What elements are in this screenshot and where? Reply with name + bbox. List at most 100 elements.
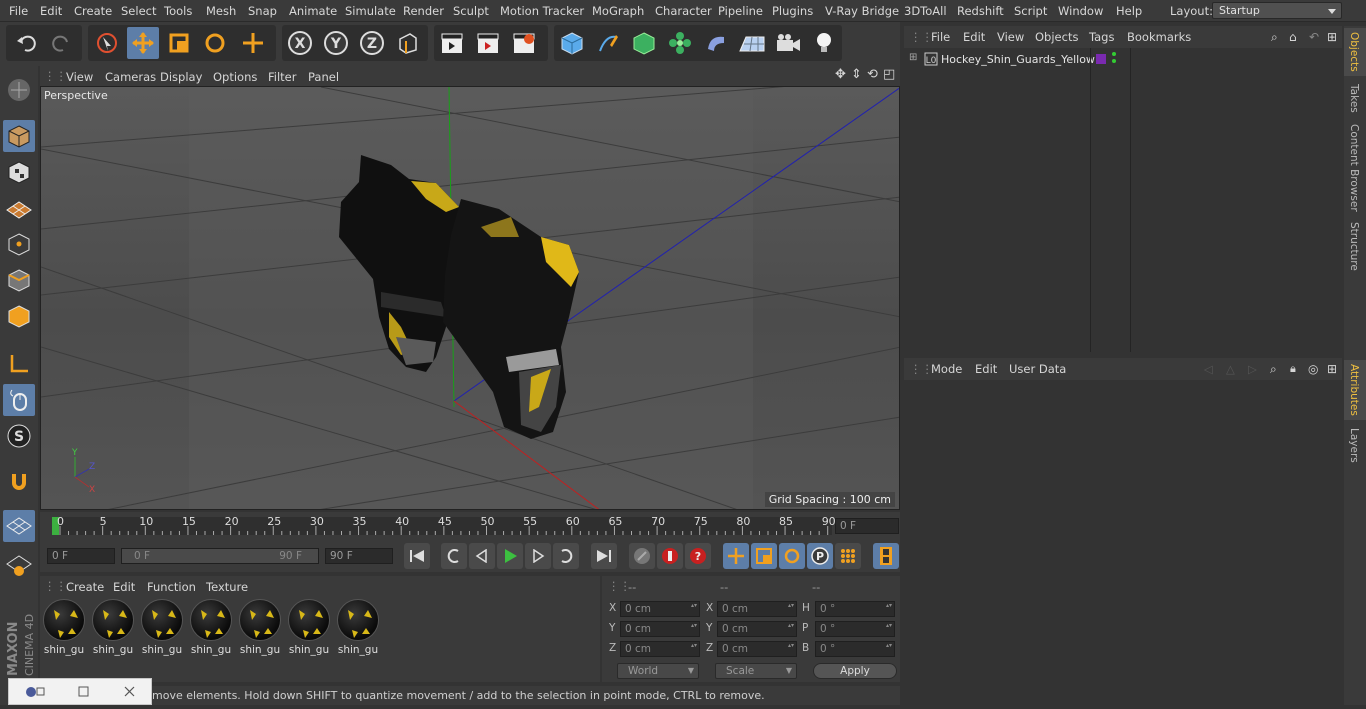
- object-menu-view[interactable]: View: [997, 30, 1024, 44]
- material-thumbnail[interactable]: shin_gu: [287, 598, 331, 656]
- snap-button[interactable]: [3, 466, 35, 498]
- new-panel-icon[interactable]: ⊞: [1327, 30, 1337, 44]
- model-mode-button[interactable]: [3, 120, 35, 152]
- search-icon[interactable]: ⌕: [1271, 30, 1278, 45]
- go-to-end-button[interactable]: [591, 543, 617, 569]
- search-icon[interactable]: ⌕: [1270, 362, 1277, 377]
- tab-structure[interactable]: Structure: [1348, 222, 1360, 271]
- y-axis-lock-button[interactable]: Y: [320, 27, 352, 59]
- forward-arrow-icon[interactable]: ▷: [1248, 362, 1257, 376]
- tab-objects[interactable]: Objects: [1348, 32, 1360, 72]
- up-arrow-icon[interactable]: △: [1226, 362, 1235, 376]
- menu-help[interactable]: Help: [1116, 4, 1142, 18]
- preview-start-field[interactable]: 0 F: [47, 548, 115, 564]
- viewport-menu-cameras[interactable]: Cameras: [105, 70, 156, 84]
- go-to-start-button[interactable]: [404, 543, 430, 569]
- home-icon[interactable]: ⌂: [1289, 30, 1297, 44]
- tab-layers[interactable]: Layers: [1348, 428, 1360, 463]
- rotate-tool-button[interactable]: [199, 27, 231, 59]
- undo-button[interactable]: [10, 27, 42, 59]
- next-frame-button[interactable]: [525, 543, 551, 569]
- tweak-mode-button[interactable]: [3, 384, 35, 416]
- lock-icon[interactable]: 🔒︎: [1290, 362, 1296, 376]
- material-menu-edit[interactable]: Edit: [113, 580, 135, 594]
- z-axis-lock-button[interactable]: Z: [356, 27, 388, 59]
- viewport-menu-view[interactable]: View: [66, 70, 93, 84]
- current-frame-field[interactable]: 0 F: [835, 518, 899, 534]
- close-icon[interactable]: [124, 686, 135, 697]
- render-settings-button[interactable]: [508, 27, 540, 59]
- keyframe-selection-button[interactable]: ?: [685, 543, 711, 569]
- floor-button[interactable]: [736, 27, 768, 59]
- menu-vray-bridge[interactable]: V-Ray Bridge: [825, 4, 899, 18]
- next-key-button[interactable]: [553, 543, 579, 569]
- menu-plugins[interactable]: Plugins: [772, 4, 813, 18]
- cloner-button[interactable]: [664, 27, 696, 59]
- render-view-button[interactable]: [436, 27, 468, 59]
- coord-value-field[interactable]: 0 cm: [620, 621, 700, 637]
- make-editable-button[interactable]: [3, 74, 35, 106]
- timeline-ruler[interactable]: 0 5 10 15 20 25 30 35 40 45 50 55 60 65 70 75 80 85 90 0 F: [40, 512, 900, 540]
- points-mode-button[interactable]: [3, 228, 35, 260]
- menu-3dtoall[interactable]: 3DToAll: [904, 4, 947, 18]
- object-menu-file[interactable]: File: [931, 30, 950, 44]
- scale-tool-button[interactable]: [163, 27, 195, 59]
- coord-value-field[interactable]: 0 °: [815, 621, 895, 637]
- back-arrow-icon[interactable]: ◁: [1204, 362, 1213, 376]
- object-menu-bookmarks[interactable]: Bookmarks: [1127, 30, 1191, 44]
- viewport-menu-panel[interactable]: Panel: [308, 70, 339, 84]
- material-menu-texture[interactable]: Texture: [206, 580, 248, 594]
- edges-mode-button[interactable]: [3, 264, 35, 296]
- recent-tool-button[interactable]: [237, 27, 269, 59]
- camera-button[interactable]: [772, 27, 804, 59]
- previous-frame-button[interactable]: [469, 543, 495, 569]
- key-rotation-button[interactable]: [779, 543, 805, 569]
- tab-takes[interactable]: Takes: [1348, 84, 1360, 113]
- deformer-button[interactable]: [700, 27, 732, 59]
- coord-value-field[interactable]: 0 °: [815, 641, 895, 657]
- menu-render[interactable]: Render: [403, 4, 444, 18]
- menu-sculpt[interactable]: Sculpt: [453, 4, 489, 18]
- key-pla-button[interactable]: [835, 543, 861, 569]
- attribute-menu-mode[interactable]: Mode: [931, 362, 962, 376]
- render-picture-viewer-button[interactable]: [472, 27, 504, 59]
- maximize-icon[interactable]: [78, 686, 89, 697]
- material-thumbnail[interactable]: shin_gu: [189, 598, 233, 656]
- material-menu-create[interactable]: Create: [66, 580, 104, 594]
- enable-quantize-button[interactable]: [3, 510, 35, 542]
- apply-button[interactable]: Apply: [813, 663, 897, 679]
- back-icon[interactable]: ↶: [1309, 30, 1319, 44]
- menu-simulate[interactable]: Simulate: [345, 4, 396, 18]
- material-thumbnail[interactable]: shin_gu: [140, 598, 184, 656]
- workplane-mode-button[interactable]: [3, 192, 35, 224]
- render-visibility-dot[interactable]: [1112, 59, 1116, 63]
- live-selection-button[interactable]: [91, 27, 123, 59]
- light-button[interactable]: [808, 27, 840, 59]
- menu-edit[interactable]: Edit: [40, 4, 62, 18]
- object-menu-tags[interactable]: Tags: [1089, 30, 1114, 44]
- viewport-maximize-icon[interactable]: ◰: [883, 67, 895, 82]
- material-thumbnail[interactable]: shin_gu: [91, 598, 135, 656]
- menu-file[interactable]: File: [9, 4, 28, 18]
- menu-mesh[interactable]: Mesh: [206, 4, 236, 18]
- size-mode-select[interactable]: Scale ▼: [715, 663, 797, 679]
- layer-color-swatch[interactable]: [1096, 54, 1106, 64]
- viewport-move-icon[interactable]: ✥: [835, 67, 846, 82]
- axis-mode-button[interactable]: [3, 348, 35, 380]
- solo-button[interactable]: S: [3, 420, 35, 452]
- locked-workplane-button[interactable]: [3, 548, 35, 580]
- object-row[interactable]: ⊞ L0 Hockey_Shin_Guards_Yellow: [904, 50, 1342, 69]
- restore-icon[interactable]: [36, 687, 45, 696]
- menu-redshift[interactable]: Redshift: [957, 4, 1004, 18]
- attribute-menu-user-data[interactable]: User Data: [1009, 362, 1066, 376]
- viewport-menu-options[interactable]: Options: [213, 70, 257, 84]
- coord-value-field[interactable]: 0 cm: [620, 641, 700, 657]
- menu-animate[interactable]: Animate: [289, 4, 337, 18]
- material-menu-function[interactable]: Function: [147, 580, 196, 594]
- viewport-menu-filter[interactable]: Filter: [268, 70, 296, 84]
- pen-spline-button[interactable]: [592, 27, 624, 59]
- viewport[interactable]: Y Z X Perspective Grid Spacing : 100 cm: [40, 86, 900, 510]
- coord-value-field[interactable]: 0 °: [815, 601, 895, 617]
- viewport-zoom-icon[interactable]: ⇕: [851, 67, 862, 82]
- timeline-window-button[interactable]: [873, 543, 899, 569]
